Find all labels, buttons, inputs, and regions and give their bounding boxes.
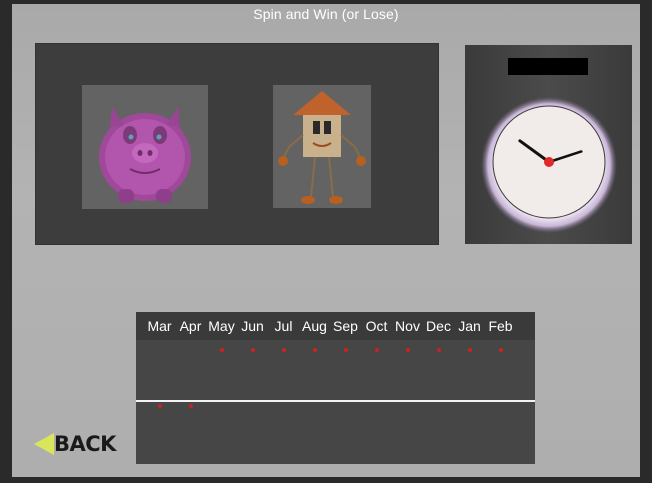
month-label-sep: Sep bbox=[333, 318, 358, 334]
timeline-marker-may bbox=[219, 348, 224, 352]
timeline-marker-apr bbox=[188, 404, 193, 408]
timeline-marker-jan bbox=[467, 348, 472, 352]
timeline-marker-feb bbox=[498, 348, 503, 352]
month-label-mar: Mar bbox=[147, 318, 172, 334]
month-label-jul: Jul bbox=[274, 318, 293, 334]
month-label-feb: Feb bbox=[488, 318, 513, 334]
back-button-label: BACK bbox=[54, 432, 116, 456]
month-label-aug: Aug bbox=[302, 318, 327, 334]
timeline-marker-nov bbox=[405, 348, 410, 352]
clock-icon bbox=[480, 96, 618, 234]
timeline-marker-jul bbox=[281, 348, 286, 352]
month-label-may: May bbox=[208, 318, 235, 334]
month-header: Mar Apr May Jun Jul Aug Sep Oct Nov Dec Jan Feb bbox=[136, 312, 535, 340]
month-label-jun: Jun bbox=[241, 318, 264, 334]
piggy-bank-icon bbox=[99, 107, 191, 203]
page-title: Spin and Win (or Lose) bbox=[253, 6, 399, 22]
timeline-marker-mar bbox=[157, 404, 162, 408]
month-label-nov: Nov bbox=[395, 318, 420, 334]
timeline-marker-dec bbox=[436, 348, 441, 352]
month-label-apr: Apr bbox=[179, 318, 202, 334]
back-arrow-icon bbox=[34, 433, 54, 455]
timeline-baseline bbox=[136, 400, 535, 402]
timeline-marker-sep bbox=[343, 348, 348, 352]
house-character-card[interactable] bbox=[273, 85, 371, 208]
piggy-bank-card[interactable] bbox=[82, 85, 208, 209]
back-button[interactable]: BACK bbox=[34, 430, 116, 458]
month-label-dec: Dec bbox=[426, 318, 451, 334]
month-label-oct: Oct bbox=[365, 318, 388, 334]
timeline-marker-aug bbox=[312, 348, 317, 352]
month-label-jan: Jan bbox=[458, 318, 481, 334]
clock-center-pin bbox=[544, 157, 554, 167]
timeline-marker-oct bbox=[374, 348, 379, 352]
timeline-marker-jun bbox=[250, 348, 255, 352]
clock-display bbox=[508, 58, 588, 75]
house-character-icon bbox=[278, 91, 366, 204]
